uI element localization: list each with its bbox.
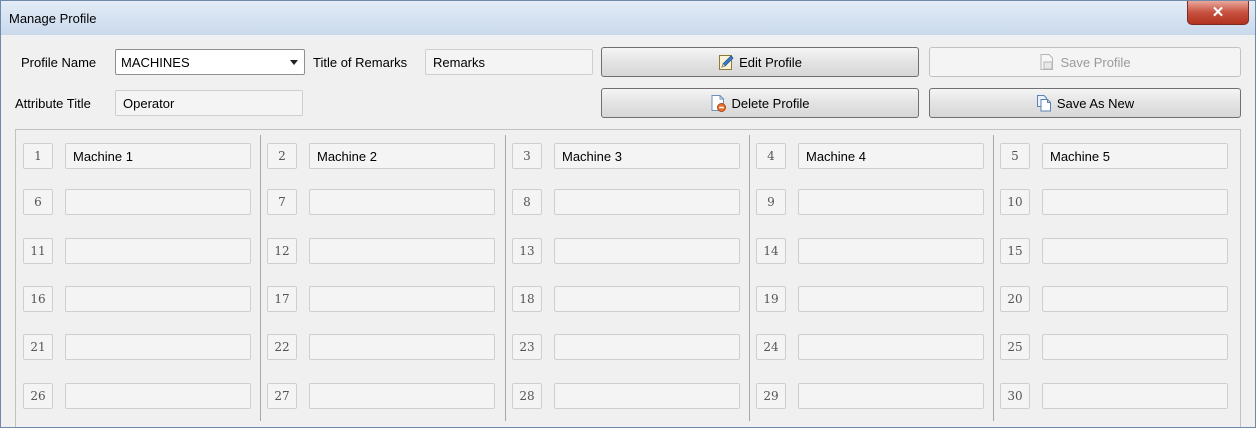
attribute-number-9: 9 <box>756 189 786 215</box>
attribute-value-input-24[interactable] <box>798 334 984 360</box>
close-icon: ✕ <box>1211 4 1225 21</box>
profile-name-value: MACHINES <box>121 55 190 70</box>
attribute-number-18: 18 <box>512 286 542 312</box>
attribute-number-8: 8 <box>512 189 542 215</box>
attribute-value-input-13[interactable] <box>554 238 740 264</box>
profile-name-dropdown[interactable]: MACHINES <box>115 49 305 75</box>
edit-profile-label: Edit Profile <box>739 54 802 70</box>
new-document-icon <box>1036 95 1051 112</box>
attribute-value-input-27[interactable] <box>309 383 495 409</box>
attribute-number-5: 5 <box>1000 143 1030 169</box>
attribute-number-19: 19 <box>756 286 786 312</box>
edit-icon <box>719 55 734 70</box>
attribute-value-input-14[interactable] <box>798 238 984 264</box>
attribute-number-16: 16 <box>23 286 53 312</box>
remarks-title-label: Title of Remarks <box>313 55 408 70</box>
attribute-number-23: 23 <box>512 334 542 360</box>
attribute-value-input-10[interactable] <box>1042 189 1228 215</box>
attribute-value-input-9[interactable] <box>798 189 984 215</box>
attribute-value-input-25[interactable] <box>1042 334 1228 360</box>
attribute-value-input-29[interactable] <box>798 383 984 409</box>
attribute-value-input-21[interactable] <box>65 334 251 360</box>
save-profile-button[interactable]: Save Profile <box>929 47 1241 77</box>
attribute-value-input-22[interactable] <box>309 334 495 360</box>
attribute-value-input-15[interactable] <box>1042 238 1228 264</box>
attribute-number-21: 21 <box>23 334 53 360</box>
save-as-new-label: Save As New <box>1056 95 1135 111</box>
attribute-value-input-20[interactable] <box>1042 286 1228 312</box>
attribute-number-17: 17 <box>267 286 297 312</box>
attribute-number-22: 22 <box>267 334 297 360</box>
attribute-number-28: 28 <box>512 383 542 409</box>
delete-profile-label: Delete Profile <box>731 95 810 111</box>
close-button[interactable]: ✕ <box>1187 1 1249 25</box>
attribute-value-input-6[interactable] <box>65 189 251 215</box>
attribute-number-24: 24 <box>756 334 786 360</box>
column-divider <box>993 135 994 421</box>
attribute-number-25: 25 <box>1000 334 1030 360</box>
column-divider <box>260 135 261 421</box>
attribute-number-29: 29 <box>756 383 786 409</box>
attribute-value-input-26[interactable] <box>65 383 251 409</box>
save-icon <box>1040 54 1054 70</box>
save-profile-label: Save Profile <box>1060 54 1131 70</box>
edit-profile-button[interactable]: Edit Profile <box>601 47 919 77</box>
delete-profile-button[interactable]: Delete Profile <box>601 88 919 118</box>
attribute-number-15: 15 <box>1000 238 1030 264</box>
attribute-number-27: 27 <box>267 383 297 409</box>
delete-icon <box>711 95 727 112</box>
attribute-number-11: 11 <box>23 238 53 264</box>
column-divider <box>505 135 506 421</box>
window-title: Manage Profile <box>9 11 97 26</box>
attribute-value-input-19[interactable] <box>798 286 984 312</box>
attribute-value-input-3[interactable]: Machine 3 <box>554 143 740 169</box>
attribute-number-7: 7 <box>267 189 297 215</box>
attribute-number-6: 6 <box>23 189 53 215</box>
attribute-value-input-23[interactable] <box>554 334 740 360</box>
attribute-number-30: 30 <box>1000 383 1030 409</box>
attribute-number-10: 10 <box>1000 189 1030 215</box>
chevron-down-icon <box>290 60 298 65</box>
attribute-value-input-28[interactable] <box>554 383 740 409</box>
attribute-value-input-12[interactable] <box>309 238 495 264</box>
attribute-title-label: Attribute Title <box>15 96 91 111</box>
column-divider <box>749 135 750 421</box>
attribute-value-input-16[interactable] <box>65 286 251 312</box>
attribute-number-13: 13 <box>512 238 542 264</box>
attribute-value-input-11[interactable] <box>65 238 251 264</box>
attribute-value-input-18[interactable] <box>554 286 740 312</box>
attribute-value-input-30[interactable] <box>1042 383 1228 409</box>
attribute-value-input-2[interactable]: Machine 2 <box>309 143 495 169</box>
attribute-value-input-7[interactable] <box>309 189 495 215</box>
remarks-title-input[interactable]: Remarks <box>425 49 593 75</box>
attribute-number-4: 4 <box>756 143 786 169</box>
client-area: Profile Name MACHINES Title of Remarks R… <box>1 35 1255 427</box>
attribute-value-input-8[interactable] <box>554 189 740 215</box>
attribute-number-2: 2 <box>267 143 297 169</box>
attribute-number-1: 1 <box>23 143 53 169</box>
save-as-new-button[interactable]: Save As New <box>929 88 1241 118</box>
attribute-value-input-17[interactable] <box>309 286 495 312</box>
profile-name-label: Profile Name <box>21 55 97 70</box>
attribute-title-input[interactable]: Operator <box>115 90 303 116</box>
attribute-number-20: 20 <box>1000 286 1030 312</box>
attribute-number-14: 14 <box>756 238 786 264</box>
title-bar: Manage Profile ✕ <box>1 1 1255 35</box>
attribute-number-12: 12 <box>267 238 297 264</box>
attribute-value-input-5[interactable]: Machine 5 <box>1042 143 1228 169</box>
attribute-value-input-4[interactable]: Machine 4 <box>798 143 984 169</box>
attribute-number-26: 26 <box>23 383 53 409</box>
attribute-number-3: 3 <box>512 143 542 169</box>
manage-profile-window: Manage Profile ✕ Profile Name MACHINES T… <box>0 0 1256 428</box>
attribute-value-input-1[interactable]: Machine 1 <box>65 143 251 169</box>
